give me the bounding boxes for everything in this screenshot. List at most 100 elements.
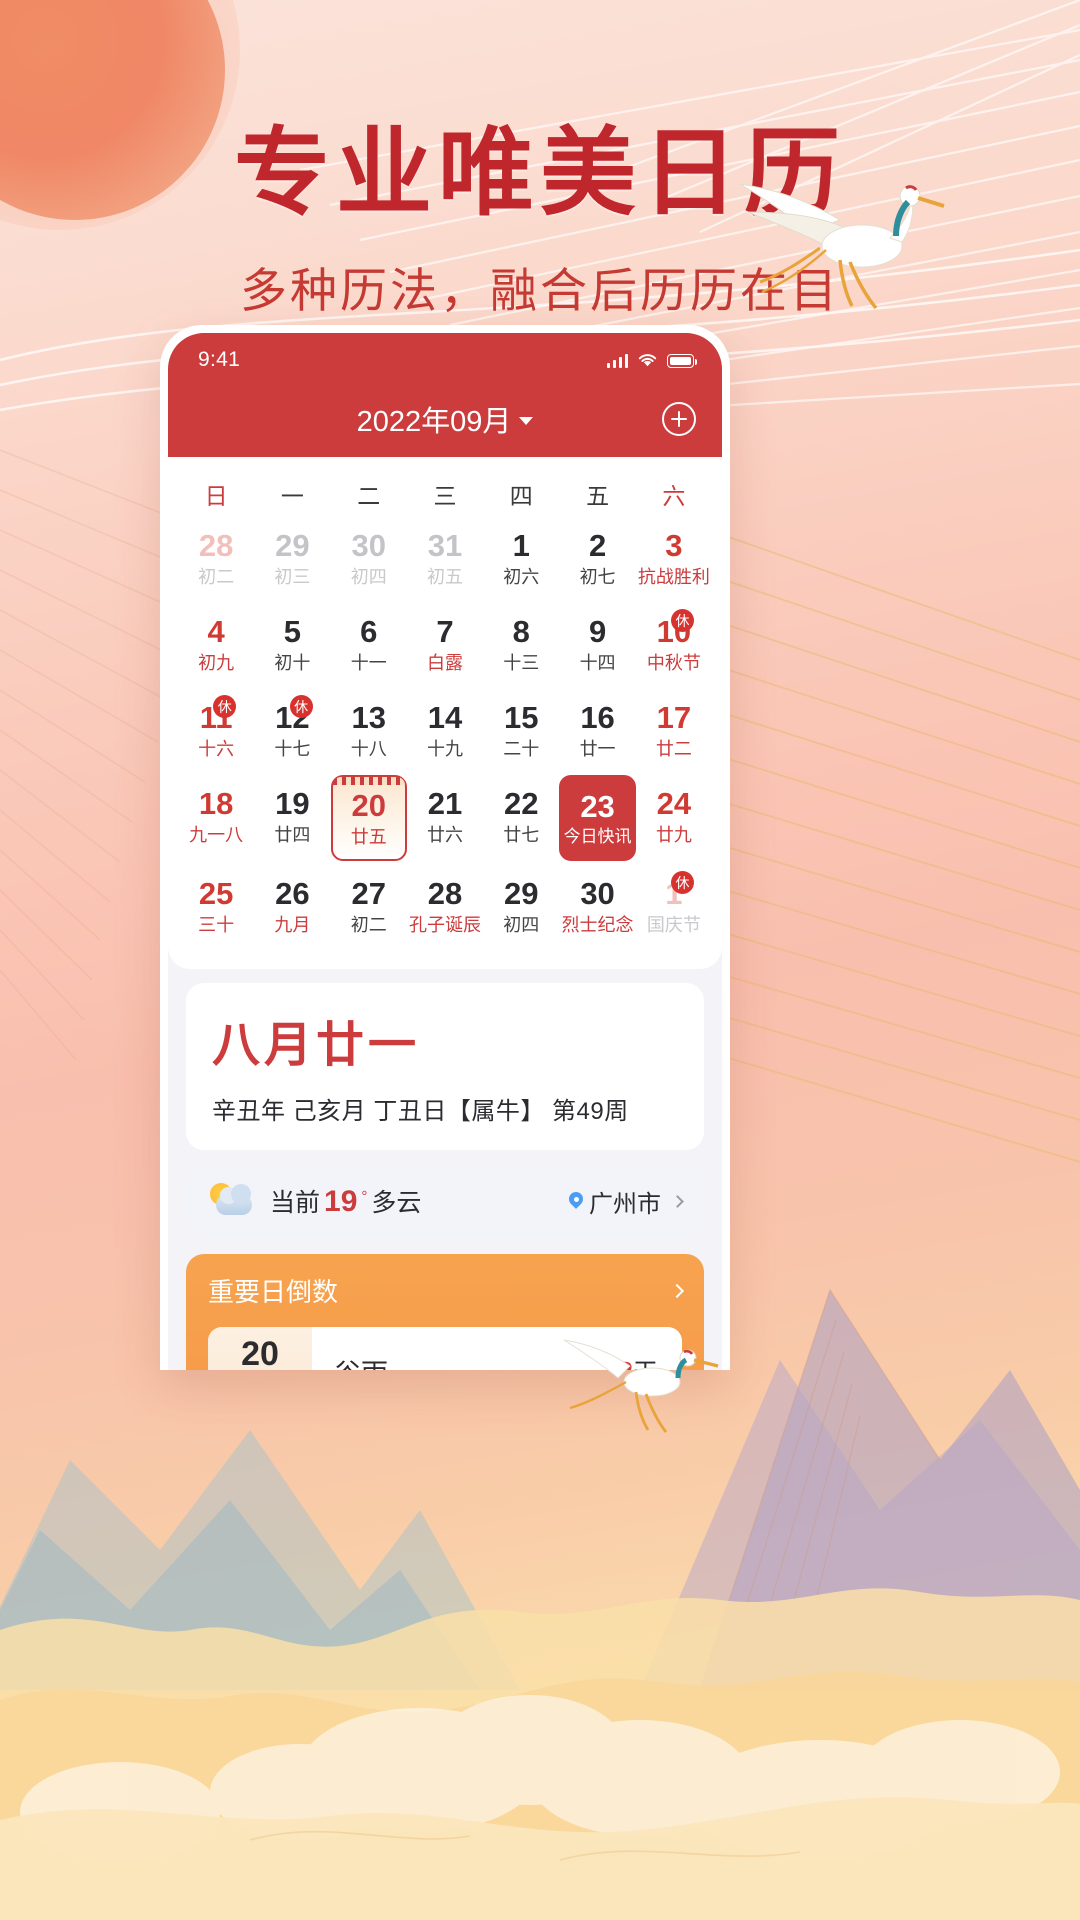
weekday-fri: 五 — [586, 483, 610, 509]
weather-summary: 当前 19 ° 多云 — [270, 1183, 421, 1219]
calendar-day-cell[interactable]: 14 十九 — [407, 689, 483, 771]
calendar-day-cell[interactable]: 休 12 十七 — [254, 689, 330, 771]
calendar-day-cell[interactable]: 30 烈士纪念 — [559, 865, 635, 947]
calendar-day-number: 27 — [351, 876, 386, 912]
calendar-day-lunar-label: 十九 — [426, 738, 463, 759]
weather-city-label: 广州市 — [589, 1190, 661, 1218]
calendar-day-number: 5 — [283, 614, 302, 650]
calendar-day-lunar-label: 初七 — [579, 566, 616, 587]
calendar-day-cell[interactable]: 16 廿一 — [559, 689, 635, 771]
status-bar-indicators — [606, 352, 698, 368]
calendar-day-number: 15 — [504, 700, 539, 736]
calendar-day-lunar-label: 初二 — [350, 914, 387, 935]
calendar-day-number: 30 — [580, 876, 615, 912]
lunar-info-card[interactable]: 八月廿一 辛丑年 己亥月 丁丑日【属牛】 第49周 — [186, 983, 704, 1150]
weather-temperature: 19 — [324, 1185, 358, 1218]
calendar-day-cell[interactable]: 8 十三 — [483, 603, 559, 685]
calendar-day-cell[interactable]: 3 抗战胜利 — [636, 517, 712, 599]
add-event-button[interactable] — [662, 402, 696, 436]
sun-cloud-icon — [208, 1181, 256, 1221]
calendar-day-lunar-label: 廿六 — [426, 824, 463, 845]
calendar-day-number: 14 — [427, 700, 463, 736]
calendar-day-cell[interactable]: 19 廿四 — [254, 775, 330, 857]
calendar-day-lunar-label: 初四 — [503, 914, 540, 935]
calendar-day-cell[interactable]: 4 初九 — [178, 603, 254, 685]
calendar-day-cell[interactable]: 30 初四 — [331, 517, 407, 599]
calendar-day-cell[interactable]: 25 三十 — [178, 865, 254, 947]
calendar-day-cell[interactable]: 7 白露 — [407, 603, 483, 685]
calendar-day-cell[interactable]: 17 廿二 — [636, 689, 712, 771]
weather-degree-symbol: ° — [361, 1188, 368, 1205]
countdown-item-date: 20 4月 — [208, 1327, 312, 1370]
calendar-day-cell[interactable]: 29 初三 — [254, 517, 330, 599]
calendar-day-cell[interactable]: 2 初七 — [559, 517, 635, 599]
calendar-day-number: 7 — [436, 614, 454, 650]
calendar-day-cell[interactable]: 5 初十 — [254, 603, 330, 685]
month-selector-label: 2022年09月 — [356, 406, 512, 438]
app-navbar: 2022年09月 — [168, 381, 722, 457]
calendar-day-cell[interactable]: 休 1 国庆节 — [636, 865, 712, 947]
lunar-date-title: 八月廿一 — [212, 1017, 421, 1073]
calendar-day-cell[interactable]: 休 10 中秋节 — [636, 603, 712, 685]
calendar-day-cell[interactable]: 24 廿九 — [636, 775, 712, 857]
calendar-day-cell[interactable]: 28 初二 — [178, 517, 254, 599]
calendar-day-number: 30 — [351, 528, 386, 564]
calendar-day-cell[interactable]: 18 九一八 — [178, 775, 254, 857]
calendar-day-number: 31 — [427, 528, 463, 564]
phone-screen: 9:41 2022年09月 日 一 二 三 四 五 六 28 初二 29 初三 … — [168, 333, 722, 1370]
calendar-day-cell[interactable]: 22 廿七 — [483, 775, 559, 857]
weather-card[interactable]: 当前 19 ° 多云 广州市 — [186, 1164, 704, 1238]
rest-day-badge: 休 — [670, 871, 694, 894]
calendar-day-cell[interactable]: 6 十一 — [331, 603, 407, 685]
calendar-day-number: 22 — [504, 786, 539, 822]
calendar-day-lunar-label: 十一 — [350, 652, 387, 673]
calendar-day-lunar-label: 初九 — [198, 652, 235, 673]
calendar-day-cell[interactable]: 1 初六 — [483, 517, 559, 599]
weather-location[interactable]: 广州市 — [569, 1184, 661, 1219]
calendar-day-lunar-label: 廿五 — [350, 826, 387, 847]
calendar-day-cell[interactable]: 13 十八 — [331, 689, 407, 771]
calendar-day-cell[interactable]: 28 孔子诞辰 — [407, 865, 483, 947]
calendar-day-cell[interactable]: 23 今日快讯 — [559, 775, 636, 861]
calendar-day-lunar-label: 国庆节 — [646, 914, 701, 935]
calendar-day-cell[interactable]: 20 廿五 — [330, 775, 407, 861]
clouds-decoration — [0, 1588, 1080, 1920]
calendar-day-cell[interactable]: 休 11 十六 — [178, 689, 254, 771]
calendar-day-number: 1 — [512, 528, 530, 564]
calendar-day-cell[interactable]: 9 十四 — [559, 603, 635, 685]
calendar-day-number: 19 — [275, 786, 310, 822]
calendar-day-number: 17 — [656, 700, 692, 736]
calendar-day-number: 28 — [198, 528, 234, 564]
calendar-day-lunar-label: 十四 — [579, 652, 616, 673]
calendar-day-cell[interactable]: 29 初四 — [483, 865, 559, 947]
calendar-day-lunar-label: 今日快讯 — [563, 827, 632, 847]
calendar-day-cell[interactable]: 31 初五 — [407, 517, 483, 599]
calendar-day-cell[interactable]: 21 廿六 — [407, 775, 483, 857]
calendar-day-lunar-label: 廿九 — [655, 824, 692, 845]
chevron-down-icon — [519, 417, 534, 425]
calendar-day-lunar-label: 孔子诞辰 — [408, 914, 481, 935]
weather-condition: 多云 — [371, 1189, 422, 1217]
countdown-header[interactable]: 重要日倒数 — [208, 1272, 685, 1309]
calendar-day-lunar-label: 二十 — [503, 738, 540, 759]
calendar-day-lunar-label: 中秋节 — [646, 652, 701, 673]
calendar-day-lunar-label: 初六 — [503, 566, 540, 587]
calendar-day-cell[interactable]: 15 二十 — [483, 689, 559, 771]
weekday-mon: 一 — [280, 483, 304, 509]
calendar-day-lunar-label: 白露 — [426, 652, 463, 673]
month-selector[interactable]: 2022年09月 — [357, 398, 534, 440]
calendar-day-cell[interactable]: 27 初二 — [331, 865, 407, 947]
calendar-day-lunar-label: 初四 — [350, 566, 387, 587]
calendar-day-cell[interactable]: 26 九月 — [254, 865, 330, 947]
calendar-day-number: 24 — [656, 786, 692, 822]
calendar-day-lunar-label: 九一八 — [189, 824, 244, 845]
calendar-day-number: 3 — [665, 528, 683, 564]
calendar-day-lunar-label: 廿七 — [503, 824, 540, 845]
calendar-day-number: 21 — [427, 786, 463, 822]
calendar-card: 日 一 二 三 四 五 六 28 初二 29 初三 30 初四 31 初五 1 初六 2 初七 3 抗战胜… — [168, 457, 722, 969]
chevron-right-icon — [671, 1194, 684, 1208]
status-bar-time: 9:41 — [198, 348, 241, 371]
calendar-day-number: 9 — [588, 614, 607, 650]
calendar-day-number: 26 — [275, 876, 310, 912]
rest-day-badge: 休 — [670, 609, 694, 632]
